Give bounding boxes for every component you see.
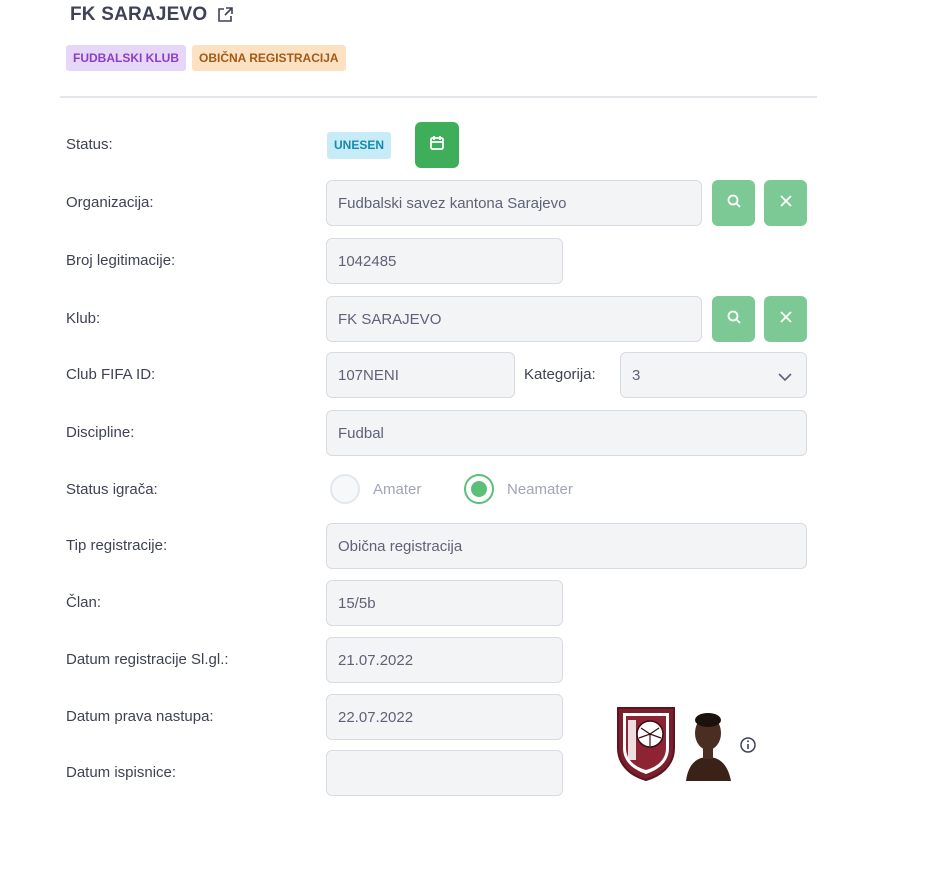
radio-neamater-control[interactable] bbox=[464, 474, 494, 504]
page-title: FK SARAJEVO bbox=[70, 4, 234, 26]
header-badges: FUDBALSKI KLUB OBIČNA REGISTRACIJA bbox=[66, 45, 346, 71]
klub-field[interactable]: FK SARAJEVO bbox=[326, 296, 702, 342]
clan-label: Član: bbox=[66, 594, 102, 611]
organizacija-search-button[interactable] bbox=[712, 180, 755, 226]
club-fifa-id-label: Club FIFA ID: bbox=[66, 366, 156, 383]
club-crest-logo bbox=[614, 704, 678, 782]
player-photo bbox=[686, 703, 731, 781]
datum-ispisnice-label: Datum ispisnice: bbox=[66, 764, 177, 781]
chevron-down-icon bbox=[778, 369, 792, 382]
calendar-button[interactable] bbox=[415, 122, 459, 168]
calendar-icon bbox=[429, 135, 445, 156]
clan-field[interactable]: 15/5b bbox=[326, 580, 563, 626]
datum-registracije-label: Datum registracije Sl.gl.: bbox=[66, 651, 229, 668]
kategorija-select[interactable]: 3 bbox=[620, 352, 807, 398]
radio-amater-label: Amater bbox=[373, 480, 422, 498]
close-icon bbox=[778, 309, 794, 330]
status-label: Status: bbox=[66, 136, 113, 153]
tip-registracije-field[interactable]: Obična registracija bbox=[326, 523, 807, 569]
kategorija-label: Kategorija: bbox=[524, 366, 596, 383]
broj-legitimacije-label: Broj legitimacije: bbox=[66, 252, 176, 269]
datum-prava-nastupa-field[interactable]: 22.07.2022 bbox=[326, 694, 563, 740]
tip-registracije-label: Tip registracije: bbox=[66, 537, 168, 554]
search-icon bbox=[726, 193, 742, 214]
info-icon[interactable] bbox=[739, 736, 757, 754]
badge-registration-type: OBIČNA REGISTRACIJA bbox=[192, 45, 346, 71]
datum-ispisnice-field[interactable] bbox=[326, 750, 563, 796]
search-icon bbox=[726, 309, 742, 330]
klub-clear-button[interactable] bbox=[764, 296, 807, 342]
divider bbox=[60, 96, 817, 98]
broj-legitimacije-field[interactable]: 1042485 bbox=[326, 238, 563, 284]
status-igraca-label: Status igrača: bbox=[66, 481, 158, 498]
radio-amater-control[interactable] bbox=[330, 474, 360, 504]
external-link-icon[interactable] bbox=[216, 6, 234, 24]
club-title: FK SARAJEVO bbox=[70, 4, 208, 25]
datum-registracije-field[interactable]: 21.07.2022 bbox=[326, 637, 563, 683]
datum-prava-nastupa-label: Datum prava nastupa: bbox=[66, 708, 214, 725]
radio-neamater[interactable]: Neamater bbox=[464, 474, 573, 504]
organizacija-clear-button[interactable] bbox=[764, 180, 807, 226]
organizacija-field[interactable]: Fudbalski savez kantona Sarajevo bbox=[326, 180, 702, 226]
discipline-field[interactable]: Fudbal bbox=[326, 410, 807, 456]
klub-label: Klub: bbox=[66, 310, 101, 327]
club-fifa-id-field[interactable]: 107NENI bbox=[326, 352, 515, 398]
klub-search-button[interactable] bbox=[712, 296, 755, 342]
badge-club-type: FUDBALSKI KLUB bbox=[66, 45, 186, 71]
radio-neamater-label: Neamater bbox=[507, 480, 573, 498]
kategorija-value: 3 bbox=[632, 366, 641, 384]
close-icon bbox=[778, 193, 794, 214]
organizacija-label: Organizacija: bbox=[66, 194, 154, 211]
radio-amater[interactable]: Amater bbox=[330, 474, 421, 504]
status-badge: UNESEN bbox=[327, 132, 392, 159]
discipline-label: Discipline: bbox=[66, 424, 135, 441]
